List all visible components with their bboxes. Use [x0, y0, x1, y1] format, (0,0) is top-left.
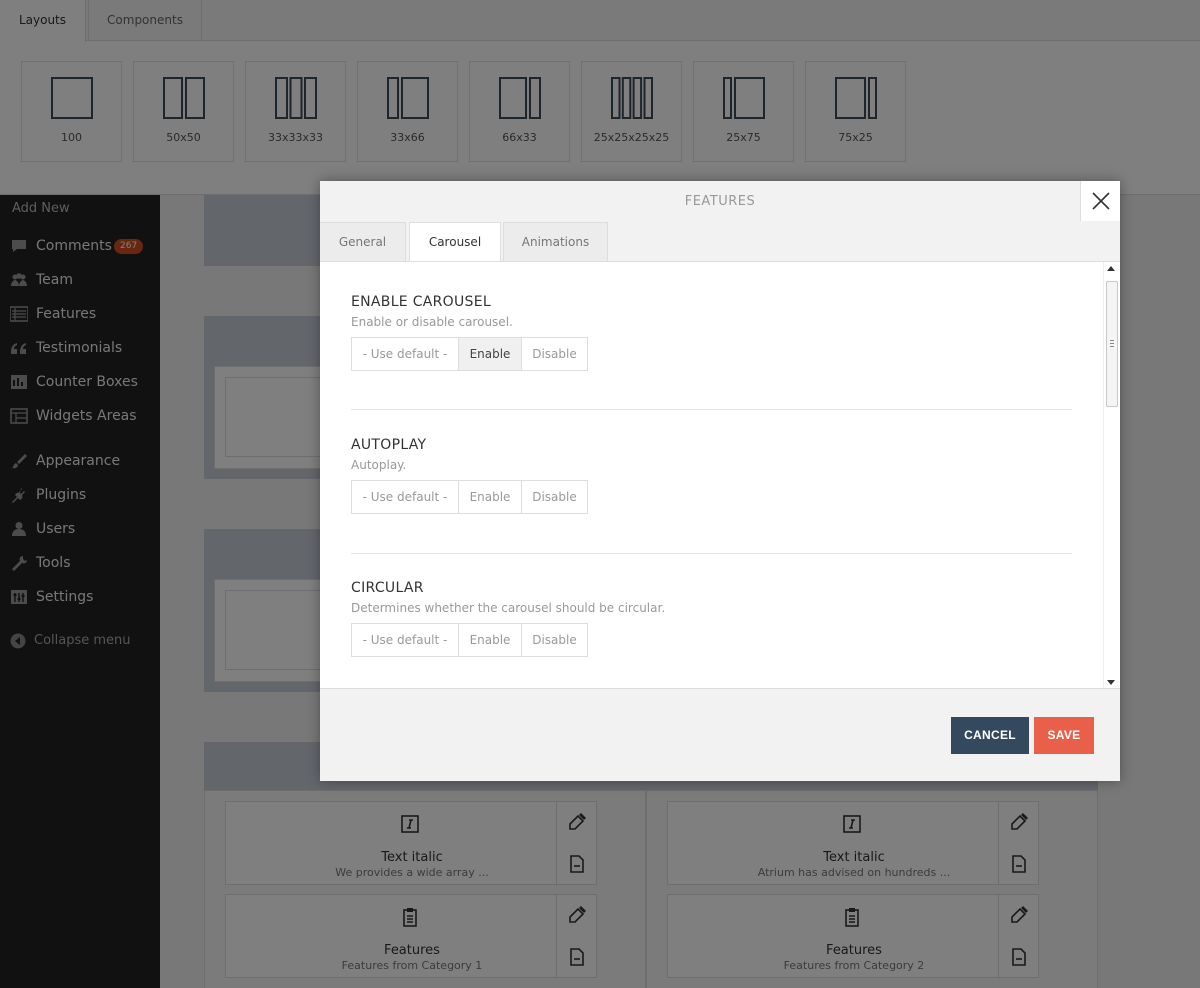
- option-use-default[interactable]: - Use default -: [352, 338, 459, 370]
- option-enable[interactable]: Enable: [459, 338, 522, 370]
- modal-title: FEATURES: [684, 194, 756, 209]
- save-button[interactable]: SAVE: [1034, 717, 1094, 754]
- setting-autoplay: AUTOPLAY Autoplay. - Use default - Enabl…: [351, 437, 1072, 517]
- option-use-default[interactable]: - Use default -: [352, 481, 459, 513]
- setting-title: ENABLE CAROUSEL: [351, 294, 491, 310]
- close-icon: [1092, 192, 1110, 210]
- option-group: - Use default - Enable Disable: [351, 337, 588, 371]
- setting-title: CIRCULAR: [351, 580, 424, 596]
- tab-animations[interactable]: Animations: [503, 222, 608, 262]
- tab-carousel[interactable]: Carousel: [409, 222, 501, 263]
- setting-title: AUTOPLAY: [351, 437, 427, 453]
- setting-circular: CIRCULAR Determines whether the carousel…: [351, 580, 1072, 660]
- divider: [351, 553, 1072, 554]
- option-use-default[interactable]: - Use default -: [352, 624, 459, 656]
- divider: [351, 409, 1072, 410]
- option-disable[interactable]: Disable: [522, 481, 587, 513]
- option-enable[interactable]: Enable: [459, 481, 522, 513]
- setting-enable-carousel: ENABLE CAROUSEL Enable or disable carous…: [351, 294, 1072, 374]
- cancel-button[interactable]: CANCEL: [951, 717, 1029, 754]
- option-disable[interactable]: Disable: [522, 624, 587, 656]
- tab-general[interactable]: General: [320, 222, 406, 262]
- scroll-down-arrow-icon[interactable]: [1107, 680, 1115, 685]
- setting-description: Autoplay.: [351, 458, 407, 472]
- close-button[interactable]: [1080, 181, 1120, 221]
- scroll-thumb[interactable]: [1106, 281, 1118, 407]
- option-enable[interactable]: Enable: [459, 624, 522, 656]
- scroll-up-arrow-icon[interactable]: [1107, 266, 1115, 271]
- option-group: - Use default - Enable Disable: [351, 623, 588, 657]
- setting-description: Determines whether the carousel should b…: [351, 601, 666, 615]
- scrollbar[interactable]: [1103, 262, 1119, 688]
- features-modal: FEATURES General Carousel Animations ENA…: [320, 181, 1120, 781]
- modal-body: ENABLE CAROUSEL Enable or disable carous…: [320, 261, 1120, 689]
- option-group: - Use default - Enable Disable: [351, 480, 588, 514]
- option-disable[interactable]: Disable: [522, 338, 587, 370]
- setting-description: Enable or disable carousel.: [351, 315, 513, 329]
